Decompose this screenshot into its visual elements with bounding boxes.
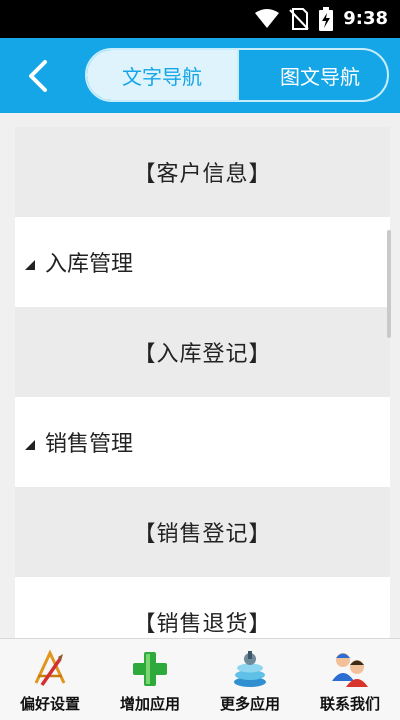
menu-item-label: 【销售退货】 (133, 612, 272, 637)
nav-segmented-control: 文字导航 图文导航 (85, 48, 389, 102)
menu-content: 【客户信息】 入库管理 【入库登记】 销售管理 【销售登记】 【销售退货】 (0, 113, 400, 638)
menu-item-label: 【入库登记】 (133, 342, 272, 367)
more-apps-label: 更多应用 (219, 695, 280, 713)
add-app-icon (133, 652, 167, 686)
status-icons: 9:38 (255, 6, 388, 32)
menu-item-inbound-register[interactable]: 【入库登记】 (15, 307, 390, 397)
expand-triangle-icon (25, 440, 35, 450)
scrollbar[interactable] (387, 230, 391, 338)
contact-us-icon (332, 653, 368, 687)
contact-us-label: 联系我们 (319, 695, 380, 713)
menu-item-sales-register[interactable]: 【销售登记】 (15, 487, 390, 577)
bottom-toolbar: 偏好设置 增加应用 更多应用 联系我们 (0, 638, 400, 720)
menu-item-label: 【客户信息】 (133, 162, 272, 187)
wifi-icon (255, 9, 280, 28)
back-button[interactable] (20, 54, 56, 98)
add-app-label: 增加应用 (119, 695, 180, 713)
more-apps-button[interactable]: 更多应用 (200, 639, 300, 720)
menu-group-label: 入库管理 (45, 252, 134, 277)
menu-group-sales[interactable]: 销售管理 (15, 397, 390, 487)
menu-list: 【客户信息】 入库管理 【入库登记】 销售管理 【销售登记】 【销售退货】 (15, 127, 390, 638)
add-app-button[interactable]: 增加应用 (100, 639, 200, 720)
menu-item-label: 【销售登记】 (133, 522, 272, 547)
menu-group-label: 销售管理 (45, 432, 134, 457)
tab-image-navigation[interactable]: 图文导航 (237, 50, 387, 100)
preferences-label: 偏好设置 (19, 695, 80, 713)
status-time: 9:38 (343, 8, 388, 29)
menu-item-sales-return[interactable]: 【销售退货】 (15, 577, 390, 638)
status-bar: 9:38 (0, 0, 400, 38)
nav-bar: 文字导航 图文导航 (0, 38, 400, 113)
menu-item-customer-info[interactable]: 【客户信息】 (15, 127, 390, 217)
battery-charging-icon (319, 7, 334, 31)
chevron-left-icon (29, 60, 47, 92)
contact-us-button[interactable]: 联系我们 (300, 639, 400, 720)
no-sim-icon (289, 8, 309, 30)
tab-text-navigation[interactable]: 文字导航 (87, 50, 237, 100)
expand-triangle-icon (25, 260, 35, 270)
preferences-icon (34, 649, 66, 686)
menu-group-inbound[interactable]: 入库管理 (15, 217, 390, 307)
more-apps-icon (234, 651, 266, 687)
preferences-button[interactable]: 偏好设置 (0, 639, 100, 720)
